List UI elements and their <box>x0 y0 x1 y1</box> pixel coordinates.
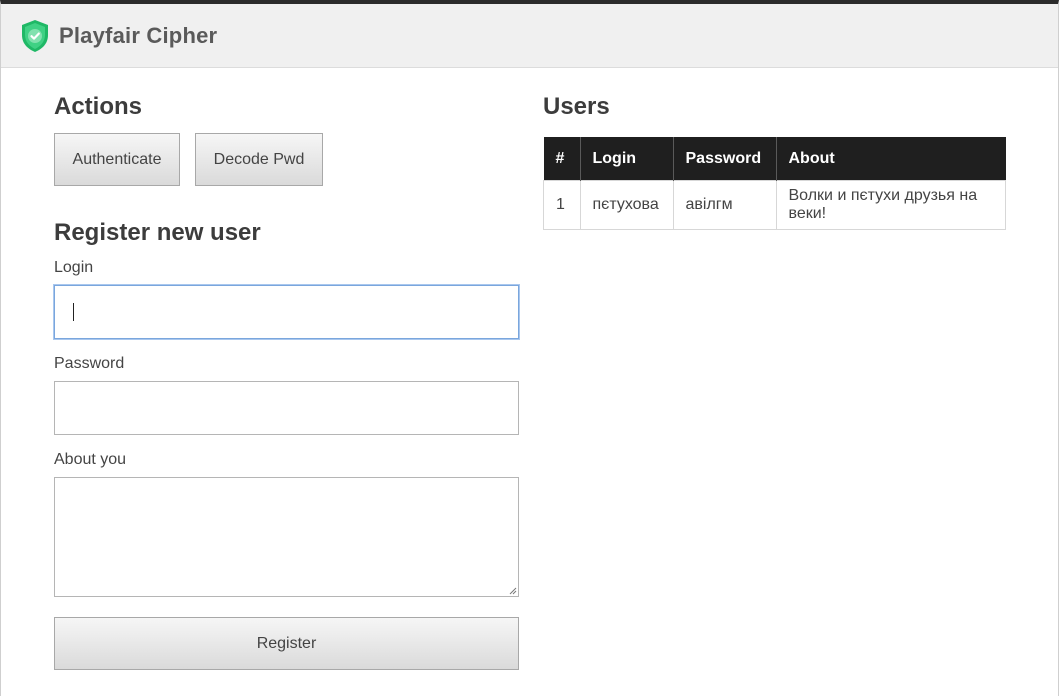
login-label: Login <box>54 259 94 276</box>
register-button[interactable]: Register <box>54 617 519 670</box>
text-caret <box>73 303 74 321</box>
cell-login: пєтухова <box>579 180 674 230</box>
register-heading: Register new user <box>54 219 261 246</box>
app-window: Playfair Cipher Actions Authenticate Dec… <box>0 0 1059 696</box>
app-title: Playfair Cipher <box>59 23 218 48</box>
decode-pwd-button[interactable]: Decode Pwd <box>195 133 323 186</box>
about-textarea-wrap <box>54 477 519 597</box>
users-heading: Users <box>543 93 610 120</box>
users-table: # Login Password About 1 пєтухова авілгм… <box>543 137 1006 230</box>
about-textarea[interactable] <box>54 477 519 597</box>
brand[interactable]: Playfair Cipher <box>20 19 217 53</box>
table-row: 1 пєтухова авілгм Волки и пєтухи друзья … <box>543 180 1006 230</box>
navbar: Playfair Cipher <box>1 4 1058 68</box>
cell-num: 1 <box>543 180 581 230</box>
resize-grip-icon[interactable] <box>509 587 517 595</box>
actions-heading: Actions <box>54 93 143 120</box>
column-header-password: Password <box>673 137 777 181</box>
cell-password: авілгм <box>672 180 777 230</box>
users-table-header: # Login Password About <box>543 137 1006 181</box>
authenticate-button[interactable]: Authenticate <box>54 133 180 186</box>
column-header-num: # <box>543 137 581 181</box>
column-header-login: Login <box>580 137 674 181</box>
column-header-about: About <box>776 137 1006 181</box>
password-label: Password <box>54 355 125 372</box>
login-input[interactable] <box>54 285 519 339</box>
shield-check-icon <box>22 20 48 52</box>
cell-about: Волки и пєтухи друзья на веки! <box>775 180 1006 230</box>
password-input[interactable] <box>54 381 519 435</box>
about-label: About you <box>54 451 127 468</box>
